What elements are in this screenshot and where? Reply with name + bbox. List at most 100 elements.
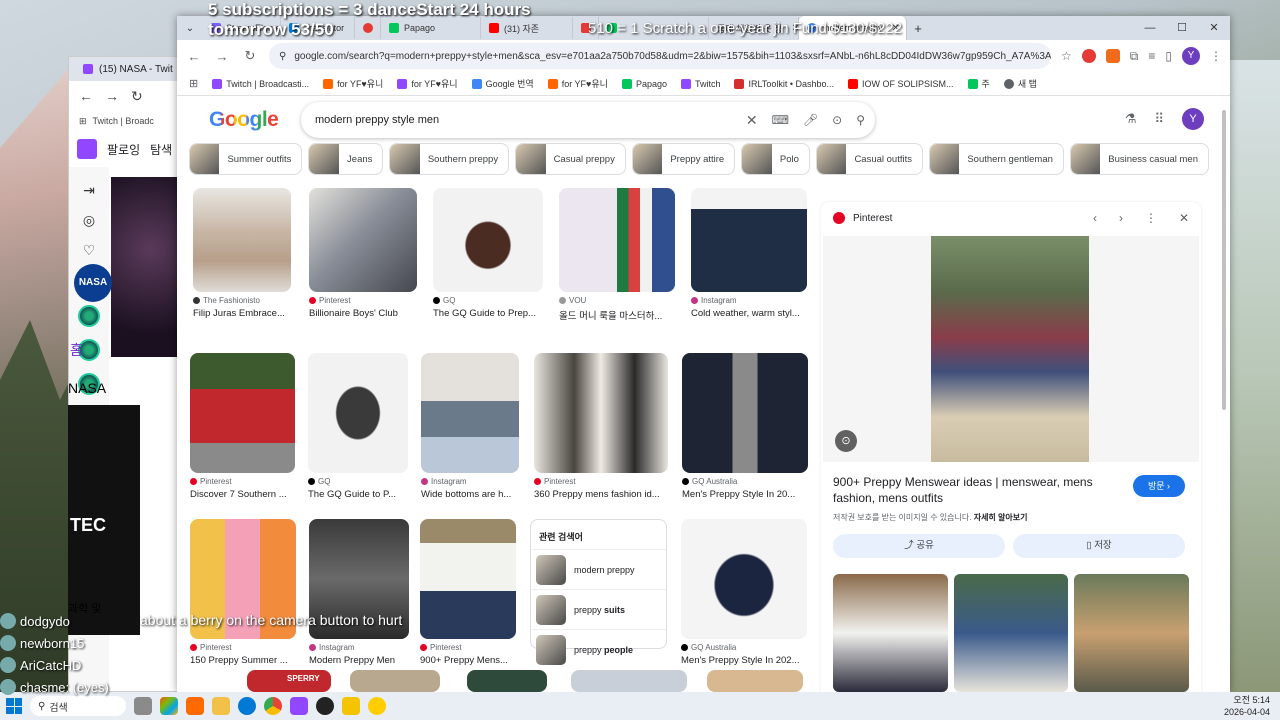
reload-icon[interactable]: ↻ (241, 48, 259, 64)
save-button[interactable]: ▯ 저장 (1013, 534, 1185, 558)
taskbar-app-icon[interactable] (186, 697, 204, 715)
channel-avatar[interactable] (78, 305, 100, 327)
image-result[interactable]: Instagram Cold weather, warm styl... (691, 188, 807, 319)
side-panel-icon[interactable]: ▯ (1165, 49, 1172, 63)
google-apps-icon[interactable]: ⠿ (1154, 111, 1164, 127)
image-result[interactable] (707, 670, 803, 692)
preview-title[interactable]: 900+ Preppy Menswear ideas | menswear, m… (833, 474, 1113, 506)
back-arrow-icon[interactable]: ← (79, 88, 93, 104)
image-result[interactable]: GQ The GQ Guide to P... (308, 353, 408, 500)
image-result[interactable]: Pinterest 900+ Preppy Mens... (420, 519, 516, 666)
image-result[interactable]: The Fashionisto Filip Juras Embrace... (193, 188, 291, 319)
bookmark-item[interactable]: Twitch | Broadcasti... (212, 78, 309, 89)
twitch-icon[interactable] (290, 697, 308, 715)
related-search-item[interactable]: preppy suits (531, 590, 666, 630)
more-options-icon[interactable]: ⋮ (1145, 211, 1157, 225)
chip-polo[interactable]: Polo (741, 143, 810, 175)
microphone-icon[interactable]: 🎤︎ (803, 113, 818, 127)
image-result[interactable]: Pinterest 360 Preppy mens fashion id... (534, 353, 668, 500)
extension-icon[interactable] (1105, 49, 1120, 63)
chip-jeans[interactable]: Jeans (308, 143, 384, 175)
search-icon[interactable]: ⚲ (856, 113, 865, 127)
bookmark-item[interactable]: for YF♥유니 (547, 77, 608, 90)
site-info-icon[interactable]: ⚲ (279, 51, 286, 62)
obs-icon[interactable] (316, 697, 334, 715)
chip-business-casual-men[interactable]: Business casual men (1069, 143, 1210, 175)
apps-grid-icon[interactable]: ⊞ (79, 116, 87, 127)
taskbar-app-icon[interactable] (342, 697, 360, 715)
share-button[interactable]: ⤴ 공유 (833, 534, 1005, 558)
chip-preppy-attire[interactable]: Preppy attire (631, 143, 736, 175)
chip-summer-outfits[interactable]: Summer outfits (189, 143, 303, 175)
image-result[interactable] (571, 670, 687, 692)
preview-source[interactable]: Pinterest (853, 213, 892, 224)
reload-icon[interactable]: ↻ (131, 88, 143, 105)
windows-start-icon[interactable] (6, 698, 22, 714)
bookmark-item[interactable]: for YF♥유니 (323, 77, 383, 90)
page-scrollbar[interactable] (1222, 98, 1228, 692)
chrome-icon[interactable] (264, 697, 282, 715)
learn-more-link[interactable]: 자세히 알아보기 (974, 513, 1028, 522)
scrollbar-thumb[interactable] (1222, 110, 1226, 410)
image-result[interactable]: GQ The GQ Guide to Prep... (433, 188, 543, 319)
google-account-avatar[interactable]: Y (1182, 108, 1204, 130)
twitch-logo-icon[interactable] (77, 139, 97, 159)
new-tab-icon[interactable]: + (907, 21, 929, 36)
nasa-logo[interactable]: NASA (74, 264, 112, 302)
kakaotalk-icon[interactable] (368, 697, 386, 715)
image-result[interactable] (350, 670, 440, 692)
apps-grid-icon[interactable]: ⊞ (189, 77, 198, 90)
tab-search-dropdown-icon[interactable]: ⌄ (177, 23, 203, 34)
chrome-menu-icon[interactable]: ⋮ (1210, 49, 1222, 63)
image-result[interactable] (467, 670, 547, 692)
bookmark-item[interactable]: Twitch (680, 78, 720, 89)
related-search-item[interactable]: preppy people (531, 630, 666, 670)
taskbar-clock[interactable]: 오전 5:14 2026-04-04 (1224, 694, 1270, 718)
maximize-icon[interactable]: ☐ (1166, 16, 1198, 40)
clear-search-icon[interactable]: ✕ (746, 112, 758, 129)
image-result[interactable]: Pinterest Billionaire Boys' Club (309, 188, 417, 319)
collapse-sidebar-icon[interactable]: ⇥ (80, 181, 98, 199)
copilot-icon[interactable] (160, 697, 178, 715)
taskbar-search[interactable]: ⚲ 검색 (30, 696, 126, 716)
image-result[interactable]: SPERRY (247, 670, 331, 692)
extensions-puzzle-icon[interactable]: ⧉ (1130, 49, 1139, 64)
search-input[interactable]: modern preppy style men ✕ ⌨ 🎤︎ ⊙ ⚲ (301, 102, 875, 138)
chip-southern-preppy[interactable]: Southern preppy (389, 143, 510, 175)
extension-icon[interactable] (1081, 49, 1096, 63)
bookmark-item[interactable]: Google 번역 (471, 77, 534, 90)
bookmark-item[interactable]: Papago (621, 78, 667, 89)
lens-icon[interactable]: ⊙ (832, 113, 842, 127)
image-result[interactable]: Instagram Modern Preppy Men (309, 519, 409, 666)
media-icon[interactable]: ≡ (1148, 49, 1155, 63)
back-arrow-icon[interactable]: ← (185, 49, 203, 64)
next-icon[interactable]: › (1119, 211, 1123, 225)
bookmark-item[interactable]: IRLToolkit • Dashbo... (734, 78, 834, 89)
twitch-home-tab[interactable]: 홈 (70, 340, 83, 360)
close-icon[interactable]: ✕ (1179, 211, 1189, 225)
chip-southern-gentleman[interactable]: Southern gentleman (929, 143, 1064, 175)
labs-flask-icon[interactable]: ⚗ (1125, 111, 1137, 127)
profile-avatar[interactable]: Y (1182, 47, 1200, 65)
following-link[interactable]: 팔로잉 (107, 141, 140, 158)
taskbar-app-icon[interactable] (134, 697, 152, 715)
bookmark-item[interactable]: for YF♥유니 (397, 77, 458, 90)
omnibox[interactable]: ⚲ google.com/search?q=modern+preppy+styl… (269, 43, 1052, 69)
image-result[interactable]: Instagram Wide bottoms are h... (421, 353, 519, 500)
edge-icon[interactable] (238, 697, 256, 715)
image-result[interactable]: VOU 올드 머니 룩을 마스터하... (559, 188, 675, 322)
chip-casual-preppy[interactable]: Casual preppy (515, 143, 626, 175)
chip-casual-outfits[interactable]: Casual outfits (815, 143, 923, 175)
previous-icon[interactable]: ‹ (1093, 211, 1097, 225)
file-explorer-icon[interactable] (212, 697, 230, 715)
bookmark-item[interactable]: IOW OF SOLIPSISM... (848, 78, 954, 89)
image-result[interactable]: GQ Australia Men's Preppy Style In 202..… (681, 519, 807, 666)
related-search-item[interactable]: modern preppy (531, 550, 666, 590)
related-image[interactable] (833, 574, 948, 692)
related-image[interactable] (1074, 574, 1190, 692)
image-result[interactable]: Pinterest Discover 7 Southern ... (190, 353, 295, 500)
keyboard-icon[interactable]: ⌨ (772, 113, 789, 127)
preview-image[interactable] (931, 236, 1089, 462)
heart-icon[interactable]: ♡ (80, 241, 98, 259)
minimize-icon[interactable]: — (1134, 16, 1166, 40)
